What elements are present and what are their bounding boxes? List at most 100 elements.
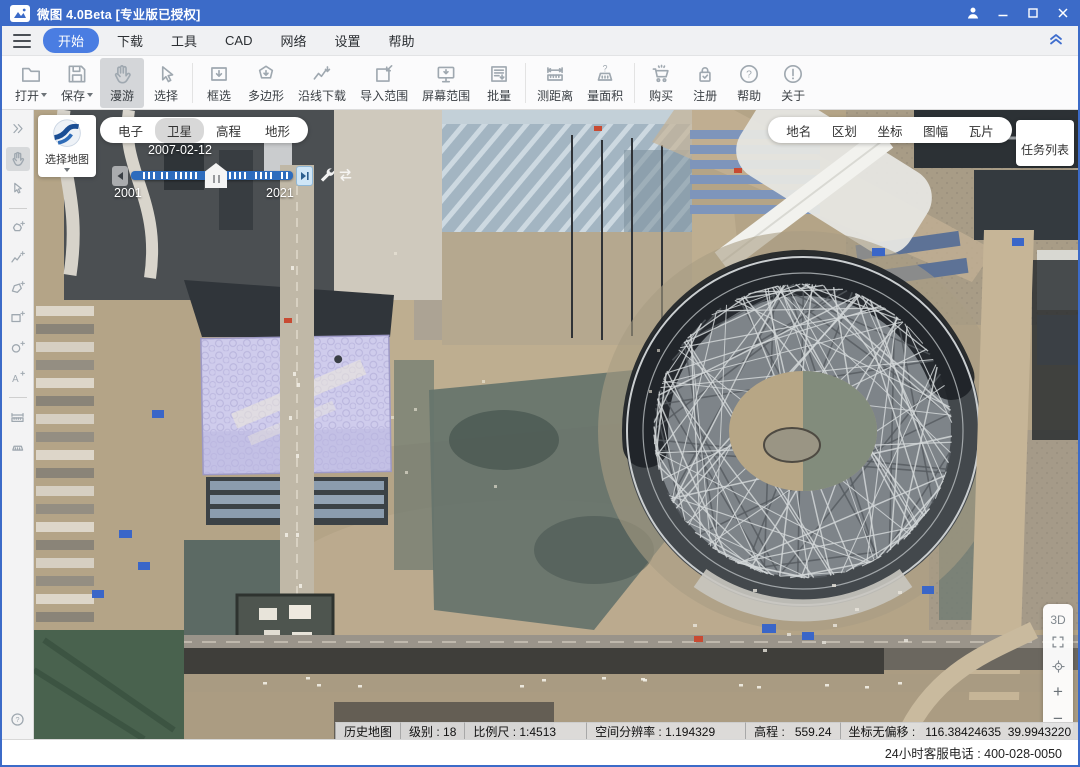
sidebar-help-icon[interactable]: ? (6, 707, 30, 731)
timeline-prev-button[interactable] (112, 166, 128, 186)
service-hotline: 24小时客服电话 : 400-028-0050 (885, 743, 1062, 762)
select-map-label: 选择地图 (45, 151, 89, 167)
maximize-button[interactable] (1018, 0, 1048, 26)
footer-bar: 24小时客服电话 : 400-028-0050 (2, 739, 1078, 765)
minimize-button[interactable] (988, 0, 1018, 26)
svg-text:?: ? (746, 69, 752, 80)
tab-map-sheet[interactable]: 图幅 (923, 121, 948, 140)
layer-tab-satellite[interactable]: 卫星 (155, 118, 204, 143)
zoom-in-button[interactable]: + (1053, 683, 1063, 700)
fullscreen-icon[interactable] (1051, 635, 1065, 649)
draw-rectangle-icon[interactable] (6, 306, 30, 330)
measure-area-button[interactable]: ? 量面积 (580, 58, 630, 108)
draw-circle-icon[interactable] (6, 336, 30, 360)
menu-settings[interactable]: 设置 (325, 28, 371, 53)
status-elevation: 高程 : 559.24 (745, 722, 839, 739)
select-button[interactable]: 选择 (144, 58, 188, 108)
window-title: 微图 4.0Beta [专业版已授权] (37, 4, 201, 23)
ruler-icon (543, 62, 567, 86)
layer-tab-elevation[interactable]: 高程 (204, 118, 253, 143)
globe-icon (50, 118, 84, 150)
title-bar: 微图 4.0Beta [专业版已授权] (2, 0, 1078, 26)
expand-panel-icon[interactable] (6, 117, 30, 141)
tab-coordinates[interactable]: 坐标 (877, 121, 902, 140)
polygon-icon (254, 62, 278, 86)
open-button[interactable]: 打开 (8, 58, 54, 108)
question-circle-icon: ? (737, 62, 761, 86)
screen-extent-button[interactable]: 屏幕范围 (415, 58, 477, 108)
menu-tools[interactable]: 工具 (161, 28, 207, 53)
view-control-panel: 3D + − (1043, 604, 1073, 736)
box-download-icon (207, 62, 231, 86)
timeline-current-date: 2007-02-12 (148, 143, 212, 157)
info-circle-icon (781, 62, 805, 86)
left-toolbar: A ? (2, 110, 34, 739)
measure-distance-icon[interactable] (6, 405, 30, 429)
timeline-end-year: 2021 (266, 186, 294, 200)
box-select-button[interactable]: 框选 (197, 58, 241, 108)
svg-text:?: ? (15, 715, 19, 724)
tab-place-names[interactable]: 地名 (786, 121, 811, 140)
save-button[interactable]: 保存 (54, 58, 100, 108)
area-ruler-icon: ? (593, 62, 617, 86)
cart-icon (649, 62, 673, 86)
help-button[interactable]: ? 帮助 (727, 58, 771, 108)
folder-icon (19, 62, 43, 86)
svg-text:A: A (12, 373, 19, 384)
menu-download[interactable]: 下载 (107, 28, 153, 53)
measure-area-icon[interactable] (6, 435, 30, 459)
measure-distance-button[interactable]: 测距离 (530, 58, 580, 108)
timeline-next-button[interactable] (296, 166, 313, 186)
import-extent-button[interactable]: 导入范围 (353, 58, 415, 108)
status-resolution: 空间分辨率 : 1.194329 (586, 722, 723, 739)
layer-tab-electronic[interactable]: 电子 (106, 118, 155, 143)
tab-districts[interactable]: 区划 (832, 121, 857, 140)
mode-3d-button[interactable]: 3D (1050, 614, 1065, 626)
draw-polyline-icon[interactable] (6, 246, 30, 270)
menu-network[interactable]: 网络 (271, 28, 317, 53)
hand-icon (110, 62, 134, 86)
buy-button[interactable]: 购买 (639, 58, 683, 108)
timeline-settings-icon[interactable] (318, 166, 335, 188)
batch-button[interactable]: 批量 (477, 58, 521, 108)
tab-tiles[interactable]: 瓦片 (969, 121, 994, 140)
task-list-button[interactable]: 任务列表 (1016, 120, 1074, 166)
close-button[interactable] (1048, 0, 1078, 26)
lock-check-icon (693, 62, 717, 86)
add-text-icon[interactable]: A (6, 366, 30, 390)
pan-button[interactable]: 漫游 (100, 58, 144, 108)
along-line-download-button[interactable]: 沿线下载 (291, 58, 353, 108)
menu-cad[interactable]: CAD (215, 30, 262, 51)
locate-icon[interactable] (1051, 659, 1066, 674)
select-map-button[interactable]: 选择地图 (38, 115, 96, 177)
map-canvas[interactable]: 选择地图 电子 卫星 高程 地形 2007-02-12 (34, 110, 1078, 739)
about-button[interactable]: 关于 (771, 58, 815, 108)
info-tab-bar: 地名 区划 坐标 图幅 瓦片 (768, 117, 1012, 143)
svg-text:?: ? (603, 63, 608, 73)
select-tool-icon[interactable] (6, 177, 30, 201)
collapse-ribbon-icon[interactable] (1048, 31, 1064, 50)
cursor-icon (154, 62, 178, 86)
draw-freehand-polygon-icon[interactable] (6, 216, 30, 240)
ribbon-toolbar: 打开 保存 漫游 选择 框选 多边形 沿线下载 导入范围 (2, 56, 1078, 110)
app-logo-icon (10, 5, 30, 22)
status-coordinates: 坐标无偏移 : 116.38424635 39.9943220 (840, 722, 1078, 739)
polyline-download-icon (310, 62, 334, 86)
menu-help[interactable]: 帮助 (379, 28, 425, 53)
hamburger-menu-icon[interactable] (13, 34, 31, 48)
app-window: 微图 4.0Beta [专业版已授权] 开始 下载 工具 CAD 网络 设置 帮… (0, 0, 1080, 767)
layer-tab-terrain[interactable]: 地形 (253, 118, 302, 143)
screen-icon (434, 62, 458, 86)
draw-polygon-icon[interactable] (6, 276, 30, 300)
status-scale: 比例尺 : 1:4513 (464, 722, 564, 739)
status-history-map: 历史地图 (335, 722, 400, 739)
menu-start[interactable]: 开始 (43, 28, 99, 53)
batch-list-icon (487, 62, 511, 86)
register-button[interactable]: 注册 (683, 58, 727, 108)
timeline-start-year: 2001 (114, 186, 142, 200)
user-account-icon[interactable] (958, 0, 988, 26)
polygon-button[interactable]: 多边形 (241, 58, 291, 108)
pan-tool-icon[interactable] (6, 147, 30, 171)
satellite-imagery (34, 110, 1078, 739)
timeline-compare-icon[interactable] (338, 168, 353, 187)
